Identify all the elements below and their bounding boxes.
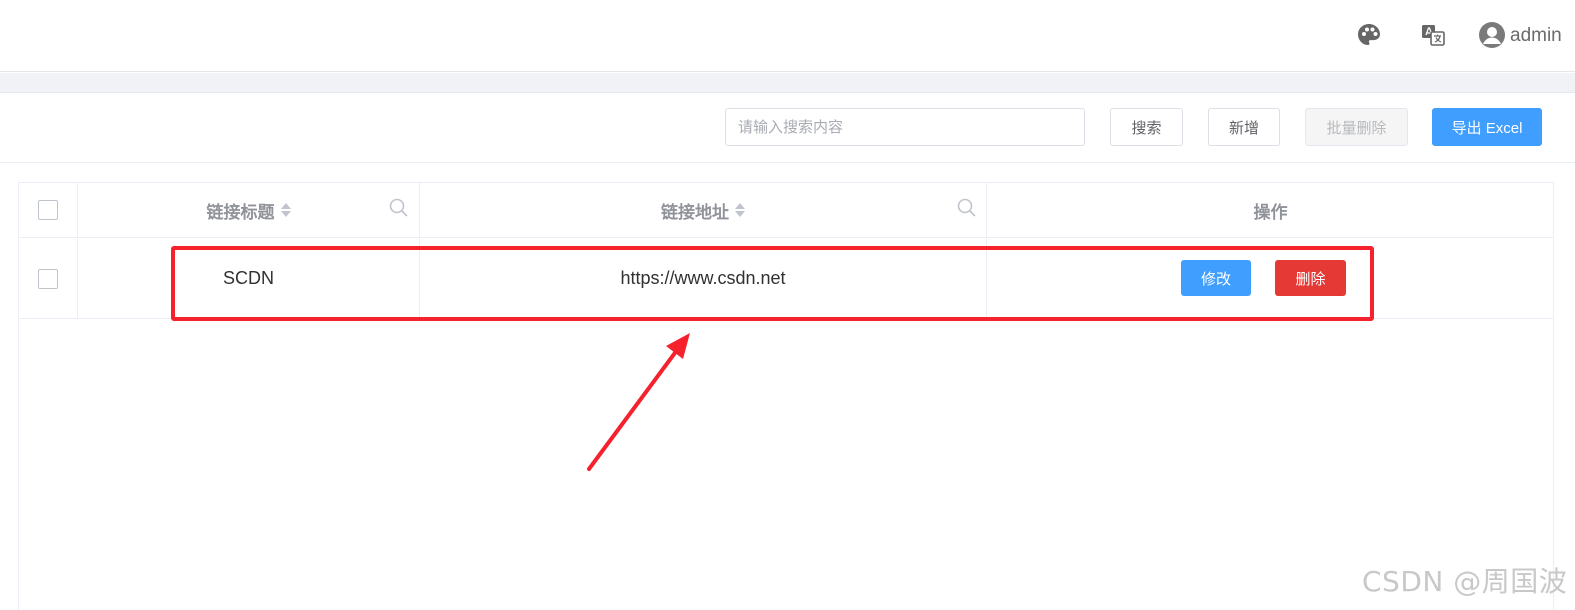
link-title: SCDN [222, 268, 274, 288]
search-icon[interactable] [388, 197, 410, 219]
table-cell-title: SCDN [78, 239, 420, 319]
column-actions-label: 操作 [1253, 202, 1288, 222]
table-cell-url: https://www.csdn.net [420, 239, 987, 319]
watermark: CSDN @周国波 [1362, 565, 1568, 598]
links-table: 链接标题 链接地址 操作 SCDN https://www.csdn.net 修… [18, 182, 1554, 610]
column-header-title[interactable]: 链接标题 [78, 183, 420, 238]
export-excel-button[interactable]: 导出 Excel [1432, 108, 1542, 146]
username-label[interactable]: admin [1510, 25, 1562, 47]
sort-icon[interactable] [735, 202, 745, 218]
row-select-cell [19, 239, 78, 319]
content-gap [0, 73, 1575, 92]
column-url-label: 链接地址 [661, 202, 729, 222]
palette-icon[interactable] [1356, 22, 1382, 48]
search-icon[interactable] [956, 197, 978, 219]
link-url: https://www.csdn.net [620, 268, 786, 288]
add-button[interactable]: 新增 [1208, 108, 1280, 146]
table-cell-actions: 修改 删除 [987, 239, 1554, 319]
sort-icon[interactable] [280, 202, 291, 218]
search-input[interactable] [725, 108, 1085, 146]
delete-button[interactable]: 删除 [1275, 260, 1346, 296]
column-title-label: 链接标题 [206, 202, 275, 222]
column-header-url[interactable]: 链接地址 [420, 183, 987, 238]
batch-delete-button: 批量删除 [1305, 108, 1408, 146]
toolbar: 搜索 新增 批量删除 导出 Excel [0, 93, 1575, 163]
search-button[interactable]: 搜索 [1110, 108, 1183, 146]
column-header-actions: 操作 [987, 183, 1554, 238]
translate-icon[interactable] [1420, 22, 1446, 48]
header-select-cell [19, 183, 78, 238]
row-checkbox[interactable] [38, 268, 58, 289]
top-header: admin [0, 0, 1575, 72]
edit-button[interactable]: 修改 [1181, 260, 1251, 296]
main-panel: 搜索 新增 批量删除 导出 Excel 链接标题 链接地址 操作 [0, 92, 1575, 610]
user-avatar-icon[interactable] [1478, 21, 1506, 49]
select-all-checkbox[interactable] [38, 200, 58, 220]
